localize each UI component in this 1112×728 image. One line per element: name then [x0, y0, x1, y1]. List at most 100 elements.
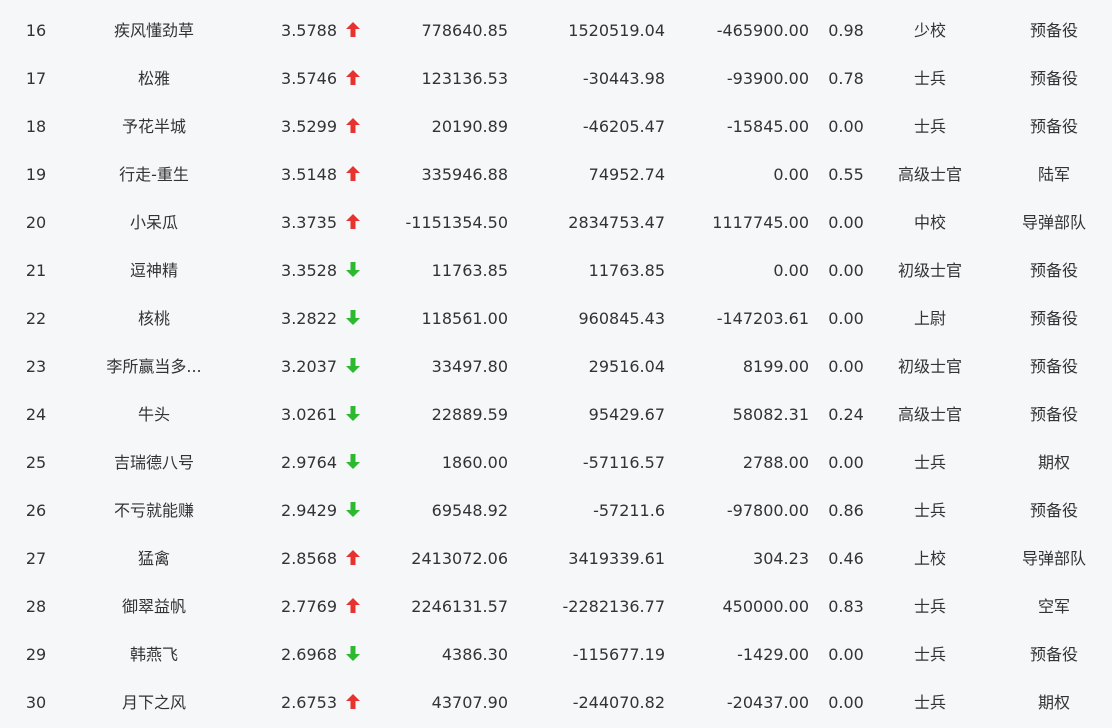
player-name[interactable]: 小呆瓜: [82, 199, 226, 247]
score-cell: 3.5299: [281, 117, 337, 136]
value-cell-1: 4386.30: [441, 645, 508, 664]
team-cell: 预备役: [1029, 261, 1078, 280]
score-cell: 3.5788: [281, 21, 337, 40]
player-name[interactable]: 猛禽: [82, 535, 226, 583]
player-name[interactable]: 逗神精: [82, 247, 226, 295]
player-name[interactable]: 牛头: [82, 391, 226, 439]
value-cell-2: 74952.74: [588, 165, 665, 184]
team-cell: 导弹部队: [1021, 213, 1086, 232]
table-row[interactable]: 25 吉瑞德八号 2.9764 1860.00 -57116.57 2788.00 0.00…: [0, 439, 1112, 487]
score-cell: 3.0261: [281, 405, 337, 424]
score-cell: 2.9764: [281, 453, 337, 472]
team-cell: 空军: [1037, 597, 1070, 616]
arrow-down-icon: [344, 343, 362, 391]
arrow-up-icon: [344, 199, 362, 247]
player-name[interactable]: 韩燕飞: [82, 631, 226, 679]
arrow-up-icon: [344, 103, 362, 151]
value-cell-1: 118561.00: [421, 309, 508, 328]
rank-title: 士兵: [913, 501, 946, 520]
value-cell-1: 2413072.06: [411, 549, 508, 568]
arrow-up-icon: [344, 535, 362, 583]
table-row[interactable]: 28 御翠益帆 2.7769 2246131.57 -2282136.77 450000.…: [0, 583, 1112, 631]
rank-cell: 26: [25, 501, 47, 520]
player-name[interactable]: 不亏就能赚: [82, 487, 226, 535]
value-cell-3: 0.00: [773, 165, 809, 184]
rank-cell: 23: [25, 357, 47, 376]
table-row[interactable]: 23 李所赢当多... 3.2037 33497.80 29516.04 8199.00 0…: [0, 343, 1112, 391]
team-cell: 陆军: [1037, 165, 1070, 184]
team-cell: 预备役: [1029, 405, 1078, 424]
rank-title: 高级士官: [897, 165, 962, 184]
value-cell-2: 3419339.61: [568, 549, 665, 568]
score-cell: 3.5148: [281, 165, 337, 184]
rank-cell: 17: [25, 69, 47, 88]
player-name[interactable]: 予花半城: [82, 103, 226, 151]
value-cell-3: -15845.00: [726, 117, 809, 136]
ratio-cell: 0.55: [828, 165, 864, 184]
table-row[interactable]: 17 松雅 3.5746 123136.53 -30443.98 -93900.00 0.7…: [0, 55, 1112, 103]
table-row[interactable]: 18 予花半城 3.5299 20190.89 -46205.47 -15845.00 0.…: [0, 103, 1112, 151]
arrow-down-icon: [344, 247, 362, 295]
table-row[interactable]: 21 逗神精 3.3528 11763.85 11763.85 0.00 0.00 初级士官 预…: [0, 247, 1112, 295]
player-name[interactable]: 李所赢当多...: [82, 343, 226, 391]
arrow-up-icon: [344, 583, 362, 631]
rank-title: 士兵: [913, 597, 946, 616]
rank-cell: 22: [25, 309, 47, 328]
value-cell-1: 2246131.57: [411, 597, 508, 616]
value-cell-1: 11763.85: [431, 261, 508, 280]
team-cell: 预备役: [1029, 69, 1078, 88]
table-row[interactable]: 29 韩燕飞 2.6968 4386.30 -115677.19 -1429.00 0.00…: [0, 631, 1112, 679]
table-row[interactable]: 16 疾风懂劲草 3.5788 778640.85 1520519.04 -465900.…: [0, 7, 1112, 55]
player-name[interactable]: 核桃: [82, 295, 226, 343]
rank-cell: 16: [25, 21, 47, 40]
value-cell-2: 2834753.47: [568, 213, 665, 232]
rank-cell: 30: [25, 693, 47, 712]
ratio-cell: 0.98: [828, 21, 864, 40]
value-cell-1: -1151354.50: [405, 213, 508, 232]
value-cell-2: -30443.98: [582, 69, 665, 88]
player-name[interactable]: 松雅: [82, 55, 226, 103]
arrow-up-icon: [344, 55, 362, 103]
player-name[interactable]: 御翠益帆: [82, 583, 226, 631]
table-row[interactable]: 27 猛禽 2.8568 2413072.06 3419339.61 304.23 0.46…: [0, 535, 1112, 583]
rank-cell: 21: [25, 261, 47, 280]
rank-title: 中校: [913, 213, 946, 232]
score-cell: 2.6968: [281, 645, 337, 664]
rank-title: 士兵: [913, 693, 946, 712]
ratio-cell: 0.46: [828, 549, 864, 568]
value-cell-3: -147203.61: [716, 309, 809, 328]
player-name[interactable]: 月下之风: [82, 679, 226, 727]
team-cell: 预备役: [1029, 117, 1078, 136]
table-row[interactable]: 30 月下之风 2.6753 43707.90 -244070.82 -20437.00 0…: [0, 679, 1112, 727]
value-cell-1: 778640.85: [421, 21, 508, 40]
ratio-cell: 0.00: [828, 693, 864, 712]
team-cell: 期权: [1037, 693, 1070, 712]
value-cell-3: 1117745.00: [712, 213, 809, 232]
arrow-down-icon: [344, 295, 362, 343]
table-row[interactable]: 26 不亏就能赚 2.9429 69548.92 -57211.6 -97800.00 0.…: [0, 487, 1112, 535]
arrow-down-icon: [344, 439, 362, 487]
table-row[interactable]: 24 牛头 3.0261 22889.59 95429.67 58082.31 0.24 高级…: [0, 391, 1112, 439]
rank-cell: 24: [25, 405, 47, 424]
rank-title: 士兵: [913, 69, 946, 88]
table-row[interactable]: 22 核桃 3.2822 118561.00 960845.43 -147203.61 0.…: [0, 295, 1112, 343]
table-row[interactable]: 19 行走-重生 3.5148 335946.88 74952.74 0.00 0.55 高级…: [0, 151, 1112, 199]
value-cell-3: -97800.00: [726, 501, 809, 520]
arrow-up-icon: [344, 7, 362, 55]
player-name[interactable]: 吉瑞德八号: [82, 439, 226, 487]
value-cell-2: -57211.6: [593, 501, 665, 520]
score-cell: 2.8568: [281, 549, 337, 568]
ratio-cell: 0.24: [828, 405, 864, 424]
player-name[interactable]: 疾风懂劲草: [82, 7, 226, 55]
table-row[interactable]: 20 小呆瓜 3.3735 -1151354.50 2834753.47 1117745.…: [0, 199, 1112, 247]
rank-cell: 27: [25, 549, 47, 568]
score-cell: 2.7769: [281, 597, 337, 616]
value-cell-3: -465900.00: [716, 21, 809, 40]
team-cell: 预备役: [1029, 501, 1078, 520]
rank-cell: 20: [25, 213, 47, 232]
player-name[interactable]: 行走-重生: [82, 151, 226, 199]
rank-title: 高级士官: [897, 405, 962, 424]
value-cell-2: -2282136.77: [562, 597, 665, 616]
score-cell: 3.3735: [281, 213, 337, 232]
value-cell-2: -115677.19: [572, 645, 665, 664]
